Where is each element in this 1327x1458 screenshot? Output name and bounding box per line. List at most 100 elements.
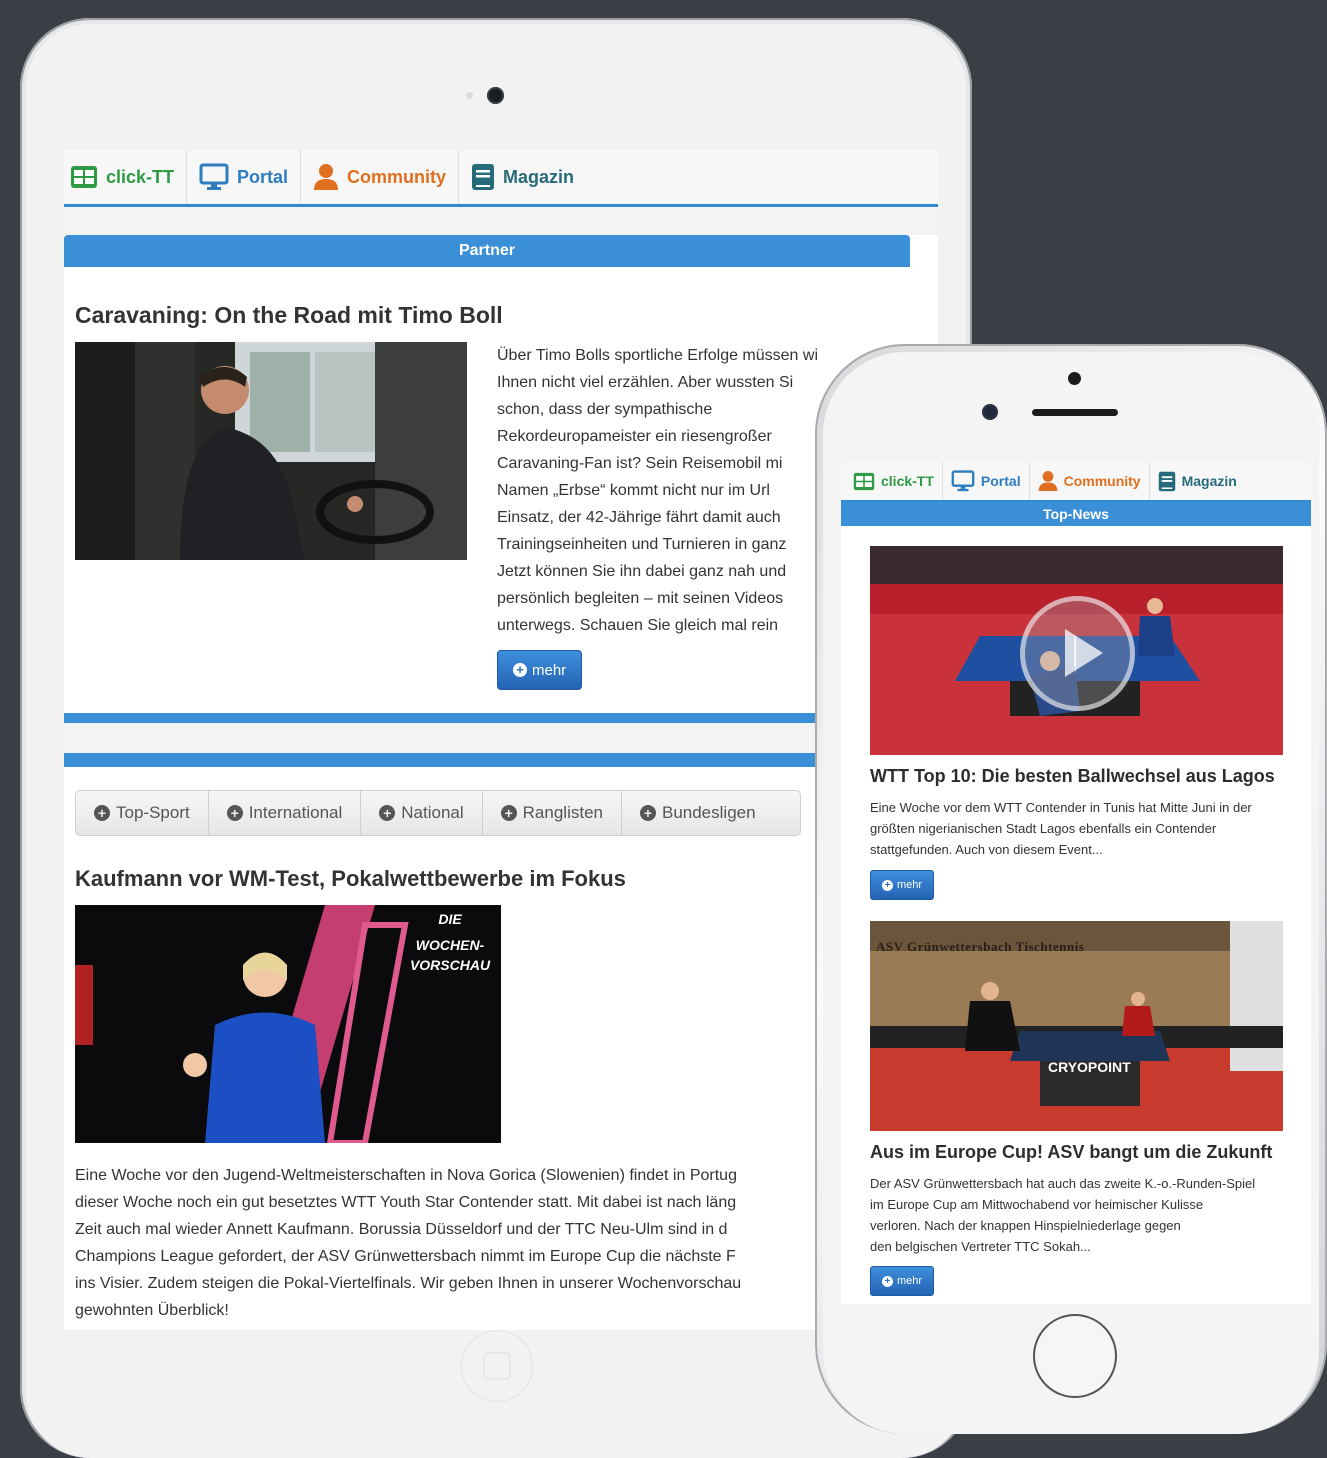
button-label: mehr <box>897 879 923 891</box>
section-gap <box>64 723 938 753</box>
mehr-button[interactable]: + mehr <box>870 870 935 900</box>
nav-click-tt[interactable]: click-TT <box>70 150 188 204</box>
tab-label: International <box>248 803 343 822</box>
button-label: mehr <box>532 661 567 679</box>
image-banner-text: ASV Grünwettersbach Tischtennis <box>876 939 1085 954</box>
phone-home-button[interactable] <box>1033 1314 1117 1398</box>
news-2-text: Der ASV Grünwettersbach hat auch das zwe… <box>870 1173 1255 1257</box>
phone-proximity-sensor <box>1068 372 1081 385</box>
nav-label: Community <box>347 166 447 187</box>
nav-label: Community <box>1063 473 1141 489</box>
tablet-camera <box>487 87 504 104</box>
tablet-screen: click-TT Portal Community Magazin Partne… <box>64 150 938 1330</box>
text-line: stattgefunden. Auch von diesem Event... <box>870 842 1103 857</box>
tab-label: Top-Sport <box>116 803 190 822</box>
news-1-text: Eine Woche vor dem WTT Contender in Tuni… <box>870 797 1252 860</box>
text-line: Eine Woche vor dem WTT Contender in Tuni… <box>870 800 1252 815</box>
user-icon <box>313 163 339 191</box>
tablet-sensor <box>466 92 473 99</box>
tab-national[interactable]: + National <box>361 791 483 835</box>
plus-circle-icon: + <box>226 805 243 821</box>
plus-circle-icon: + <box>379 805 396 821</box>
text-line: den belgischen Vertreter TTC Sokah... <box>870 1239 1091 1254</box>
text-line: Eine Woche vor den Jugend-Weltmeistersch… <box>75 1167 737 1184</box>
news-2-title-wrap: Aus im Europe Cup! ASV bangt um die Zuku… <box>870 1142 1310 1163</box>
tab-label: Bundesligen <box>661 803 756 822</box>
tab-bundesligen[interactable]: + Bundesligen <box>622 791 774 835</box>
phone-speaker <box>1032 409 1118 416</box>
user-icon <box>1038 470 1058 492</box>
mehr-button[interactable]: + mehr <box>870 1266 935 1296</box>
nav-magazin[interactable]: Magazin <box>1158 462 1245 500</box>
tab-label: Ranglisten <box>522 803 603 822</box>
plus-circle-icon: + <box>513 663 527 677</box>
caption-line: VORSCHAU <box>409 957 491 973</box>
grid-icon <box>853 472 875 491</box>
article-title[interactable]: Caravaning: On the Road mit Timo Boll <box>75 302 503 329</box>
article-2-title-wrap: Kaufmann vor WM-Test, Pokalwettbewerbe i… <box>75 866 626 892</box>
article-2-image[interactable]: DIE WOCHEN- VORSCHAU <box>75 905 501 1143</box>
text-line: Zeit auch mal wieder Annett Kaufmann. Bo… <box>75 1221 728 1238</box>
nav-click-tt[interactable]: click-TT <box>853 462 943 500</box>
image-sign-text: CRYOPOINT <box>1048 1059 1131 1075</box>
article-title[interactable]: Kaufmann vor WM-Test, Pokalwettbewerbe i… <box>75 866 626 892</box>
nav-label: Portal <box>980 473 1021 489</box>
tab-ranglisten[interactable]: + Ranglisten <box>483 791 622 835</box>
text-line: größten nigerianischen Stadt Lagos ebenf… <box>870 821 1217 836</box>
tab-international[interactable]: + International <box>209 791 362 835</box>
text-line: verloren. Nach der knappen Hinspielniede… <box>870 1218 1181 1233</box>
plus-circle-icon: + <box>882 1275 893 1287</box>
news-2-image[interactable]: ASV Grünwettersbach Tischtennis CRYOPOIN… <box>870 921 1283 1131</box>
book-icon <box>471 163 495 191</box>
section-header-partner: Partner <box>64 235 910 267</box>
book-icon <box>1158 471 1176 492</box>
plus-circle-icon: + <box>882 879 893 891</box>
section-divider <box>64 753 938 767</box>
nav-portal[interactable]: Portal <box>951 462 1030 500</box>
phone-camera <box>982 404 998 420</box>
text-line: gewohnten Überblick! <box>75 1302 229 1319</box>
section-divider <box>64 713 938 723</box>
phone-screen: click-TT Portal Community Magazin Top-Ne… <box>841 462 1311 1304</box>
monitor-icon <box>951 470 975 492</box>
nav-community[interactable]: Community <box>313 150 460 204</box>
tab-top-sport[interactable]: + Top-Sport <box>76 791 209 835</box>
nav-label: Magazin <box>503 166 575 187</box>
nav-label: Magazin <box>1181 473 1237 489</box>
news-title[interactable]: Aus im Europe Cup! ASV bangt um die Zuku… <box>870 1142 1310 1163</box>
article-2-text: Eine Woche vor den Jugend-Weltmeistersch… <box>75 1162 935 1324</box>
button-label: mehr <box>897 1275 923 1287</box>
nav-label: click-TT <box>881 473 934 489</box>
plus-circle-icon: + <box>94 805 110 821</box>
phone-navbar: click-TT Portal Community Magazin <box>841 462 1311 502</box>
play-icon[interactable] <box>1020 596 1135 711</box>
nav-magazin[interactable]: Magazin <box>471 150 586 204</box>
nav-label: Portal <box>237 166 289 187</box>
mehr-button[interactable]: + mehr <box>497 650 583 690</box>
caption-line: WOCHEN- <box>415 937 485 953</box>
plus-circle-icon: + <box>500 805 517 821</box>
tablet-home-square-icon <box>483 1352 511 1380</box>
news-title[interactable]: WTT Top 10: Die besten Ballwechsel aus L… <box>870 766 1310 787</box>
article-1-image[interactable] <box>75 342 467 560</box>
monitor-icon <box>199 163 229 191</box>
tab-label: National <box>401 803 464 822</box>
plus-circle-icon: + <box>639 805 656 821</box>
text-line: Champions League gefordert, der ASV Grün… <box>75 1248 736 1265</box>
nav-community[interactable]: Community <box>1038 462 1150 500</box>
main-navbar: click-TT Portal Community Magazin <box>64 150 938 207</box>
nav-label: click-TT <box>106 166 175 187</box>
nav-portal[interactable]: Portal <box>199 150 302 204</box>
spacer <box>64 207 938 235</box>
text-line: Der ASV Grünwettersbach hat auch das zwe… <box>870 1176 1256 1191</box>
news-1-title-wrap: WTT Top 10: Die besten Ballwechsel aus L… <box>870 766 1310 787</box>
image-caption: DIE WOCHEN- VORSCHAU <box>405 909 495 975</box>
category-tabs: + Top-Sport + International + National + Ran… <box>75 790 801 836</box>
section-header-top-news: Top-News <box>841 502 1311 526</box>
text-line: im Europe Cup am Mittwochabend vor heimi… <box>870 1197 1204 1212</box>
grid-icon <box>70 165 98 189</box>
news-1-video-thumbnail[interactable] <box>870 546 1283 755</box>
article-1-title-wrap: Caravaning: On the Road mit Timo Boll <box>75 302 503 329</box>
caption-line: DIE <box>438 911 462 927</box>
text-line: dieser Woche noch ein gut besetztes WTT … <box>75 1194 737 1211</box>
